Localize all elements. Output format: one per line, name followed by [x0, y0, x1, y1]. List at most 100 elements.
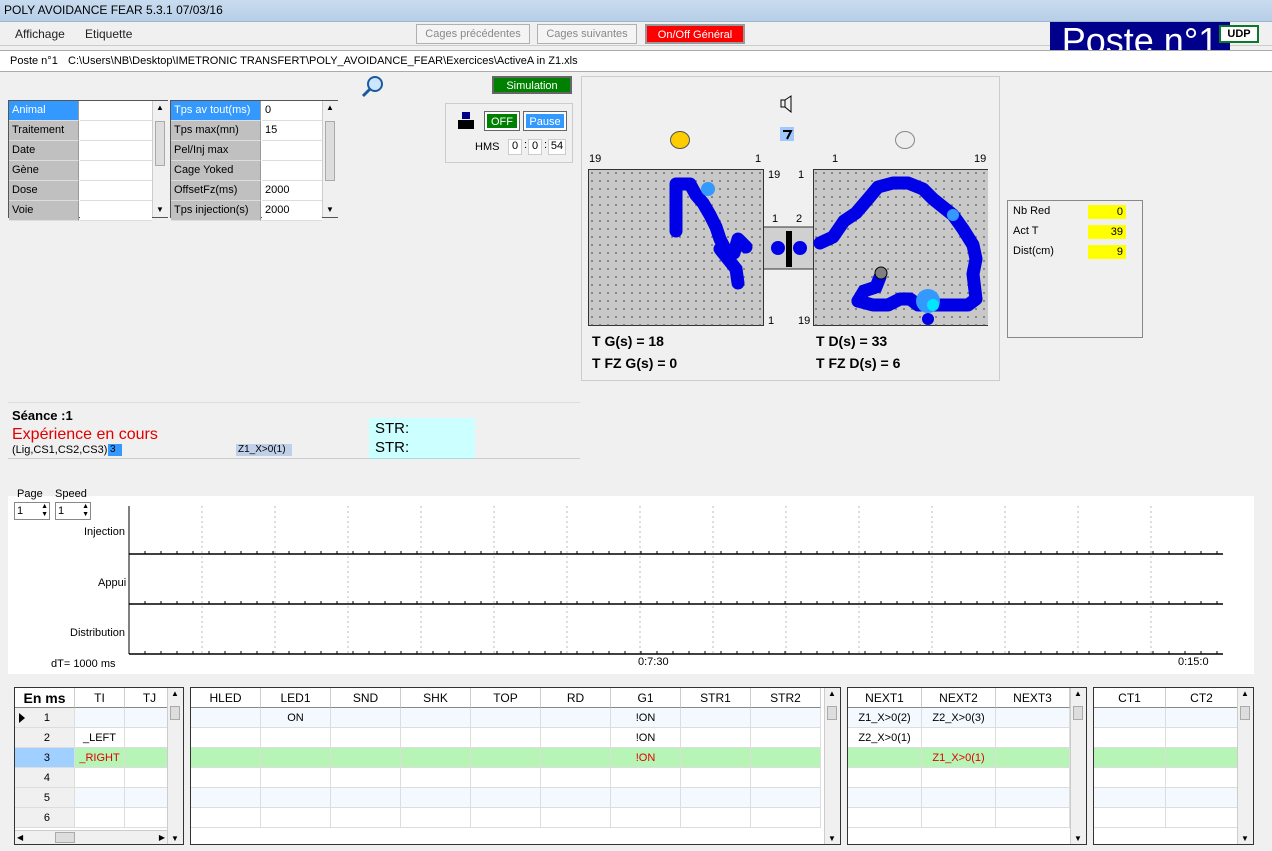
table-cell[interactable]	[471, 728, 541, 748]
table-cell[interactable]	[1094, 748, 1166, 768]
table-cell[interactable]	[331, 748, 401, 768]
param-scrollbar[interactable]: ▲ ▼	[322, 101, 338, 217]
param-field-value[interactable]: 2000	[262, 201, 322, 221]
table-cell[interactable]	[401, 768, 471, 788]
table-cell[interactable]	[922, 768, 996, 788]
table-cell[interactable]	[541, 808, 611, 828]
column-header[interactable]: SND	[331, 688, 401, 708]
table-cell[interactable]	[848, 788, 922, 808]
table-cell[interactable]	[848, 748, 922, 768]
table-cell[interactable]	[681, 748, 751, 768]
animal-field-value[interactable]	[80, 201, 152, 221]
table-cell[interactable]	[1094, 708, 1166, 728]
table-cell[interactable]	[922, 728, 996, 748]
table-cell[interactable]	[471, 788, 541, 808]
table-cell[interactable]	[1094, 808, 1166, 828]
table-cell[interactable]	[261, 728, 331, 748]
column-header[interactable]: STR2	[751, 688, 821, 708]
menu-etiquette[interactable]: Etiquette	[85, 27, 132, 41]
table-cell[interactable]	[996, 728, 1070, 748]
table-scrollbar[interactable]: ▲ ▼	[167, 688, 183, 844]
column-header[interactable]: NEXT2	[922, 688, 996, 708]
simulation-button[interactable]: Simulation	[492, 76, 572, 94]
table-cell[interactable]: _LEFT	[75, 728, 125, 748]
column-header[interactable]: LED1	[261, 688, 331, 708]
table-scrollbar[interactable]: ▲ ▼	[1070, 688, 1086, 844]
column-header[interactable]: NEXT3	[996, 688, 1070, 708]
off-button[interactable]: OFF	[484, 111, 520, 131]
table-cell[interactable]	[1166, 728, 1238, 748]
animal-field-value[interactable]	[80, 181, 152, 201]
table-cell[interactable]	[471, 808, 541, 828]
table-cell[interactable]	[996, 788, 1070, 808]
row-header[interactable]: 6	[15, 808, 75, 828]
table-cell[interactable]	[1166, 768, 1238, 788]
column-header[interactable]: STR1	[681, 688, 751, 708]
table-cell[interactable]	[1166, 788, 1238, 808]
table-cell[interactable]	[331, 708, 401, 728]
table-cell[interactable]	[996, 808, 1070, 828]
table-cell[interactable]	[261, 768, 331, 788]
table-cell[interactable]	[471, 768, 541, 788]
table-cell[interactable]	[681, 768, 751, 788]
table-cell[interactable]	[751, 728, 821, 748]
table-hscrollbar[interactable]: ◀ ▶	[15, 830, 167, 844]
row-header[interactable]: 4	[15, 768, 75, 788]
param-field-value[interactable]: 0	[262, 101, 322, 121]
table-cell[interactable]	[191, 808, 261, 828]
table-cell[interactable]	[541, 788, 611, 808]
column-header[interactable]: SHK	[401, 688, 471, 708]
table-cell[interactable]	[996, 748, 1070, 768]
table-cell[interactable]	[191, 768, 261, 788]
table-cell[interactable]	[471, 708, 541, 728]
table-cell[interactable]	[848, 808, 922, 828]
table-scrollbar[interactable]: ▲ ▼	[824, 688, 840, 844]
column-header[interactable]: TOP	[471, 688, 541, 708]
table-cell[interactable]	[1094, 768, 1166, 788]
zoom-icon[interactable]	[360, 74, 386, 100]
table-cell[interactable]	[922, 788, 996, 808]
animal-field-value[interactable]	[80, 141, 152, 161]
table-cell[interactable]	[611, 768, 681, 788]
onoff-general-button[interactable]: On/Off Général	[645, 24, 745, 44]
row-header[interactable]: 2	[15, 728, 75, 748]
table-cell[interactable]	[401, 728, 471, 748]
animal-scrollbar[interactable]: ▲ ▼	[152, 101, 168, 217]
table-cell[interactable]	[75, 788, 125, 808]
pause-button[interactable]: Pause	[523, 111, 567, 131]
table-cell[interactable]	[331, 768, 401, 788]
table-cell[interactable]	[1166, 808, 1238, 828]
table-cell[interactable]	[191, 728, 261, 748]
column-header[interactable]: HLED	[191, 688, 261, 708]
param-field-value[interactable]	[262, 141, 322, 161]
table-cell[interactable]	[922, 808, 996, 828]
column-header[interactable]: RD	[541, 688, 611, 708]
table-cell[interactable]	[1094, 728, 1166, 748]
table-cell[interactable]: Z2_X>0(1)	[848, 728, 922, 748]
table-cell[interactable]	[401, 748, 471, 768]
param-field-value[interactable]: 2000	[262, 181, 322, 201]
table-cell[interactable]	[751, 748, 821, 768]
column-header[interactable]: NEXT1	[848, 688, 922, 708]
table-cell[interactable]	[471, 748, 541, 768]
column-header[interactable]: CT2	[1166, 688, 1238, 708]
table-cell[interactable]	[848, 768, 922, 788]
table-cell[interactable]	[751, 808, 821, 828]
param-field-value[interactable]: 15	[262, 121, 322, 141]
animal-field-value[interactable]	[80, 121, 152, 141]
table-cell[interactable]: _RIGHT	[75, 748, 125, 768]
table-cell[interactable]	[541, 728, 611, 748]
table-cell[interactable]: Z1_X>0(2)	[848, 708, 922, 728]
table-cell[interactable]	[611, 788, 681, 808]
menu-affichage[interactable]: Affichage	[15, 27, 65, 41]
table-cell[interactable]	[261, 748, 331, 768]
table-cell[interactable]	[401, 708, 471, 728]
table-cell[interactable]	[681, 708, 751, 728]
table-cell[interactable]	[541, 708, 611, 728]
table-cell[interactable]	[681, 728, 751, 748]
table-scrollbar[interactable]: ▲ ▼	[1237, 688, 1253, 844]
next-cages-button[interactable]: Cages suivantes	[537, 24, 637, 44]
table-cell[interactable]: !ON	[611, 748, 681, 768]
page-stepper[interactable]: 1 ▲ ▼	[14, 502, 50, 520]
speed-stepper[interactable]: 1 ▲ ▼	[55, 502, 91, 520]
